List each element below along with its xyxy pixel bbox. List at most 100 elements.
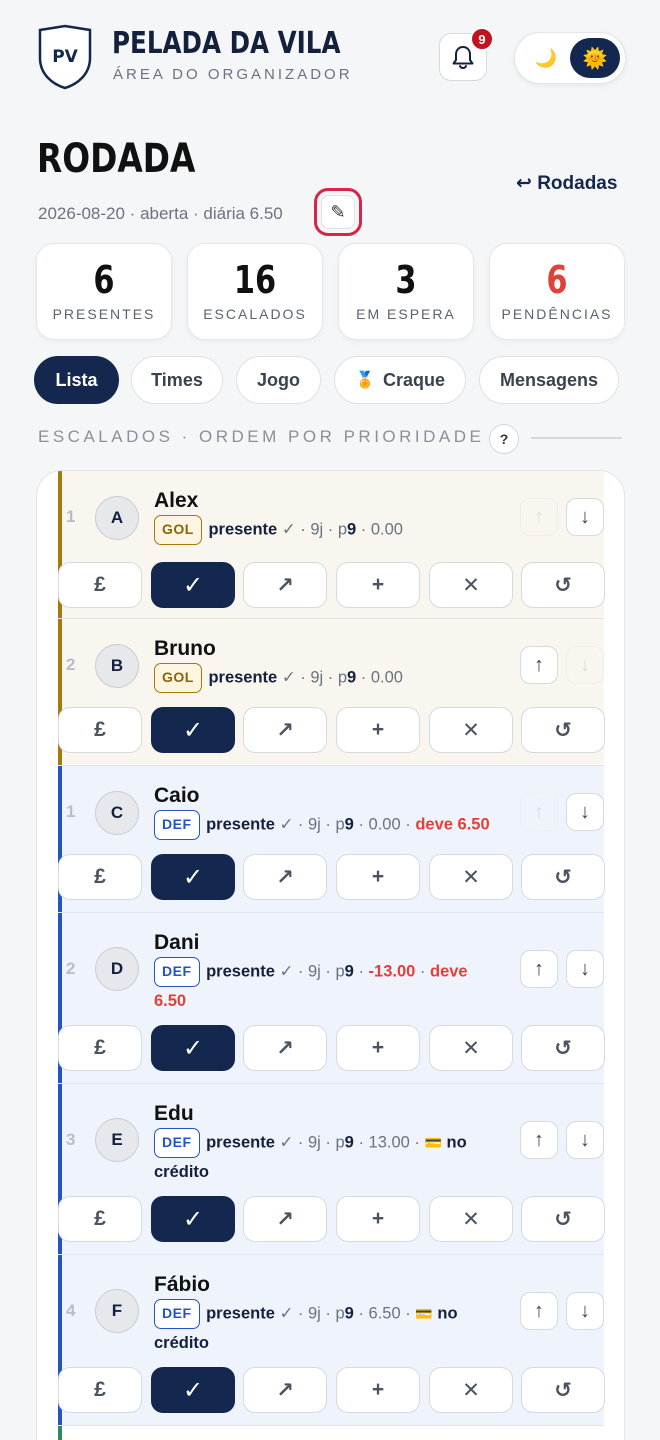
add-button[interactable]: + (336, 1196, 420, 1242)
undo-button[interactable]: ↺ (521, 1196, 605, 1242)
add-button[interactable]: + (336, 1025, 420, 1071)
check-icon: ✓ (279, 815, 294, 834)
balance: 0.00 (368, 815, 401, 834)
check-icon: ✓ (281, 668, 296, 687)
confirm-present-button[interactable]: ✓ (151, 1196, 235, 1242)
stat-value: 3 (395, 258, 417, 302)
move-out-button[interactable]: ↗ (243, 854, 327, 900)
player-info: GOL presente ✓ · 9j · p9 · 0.00 (154, 663, 514, 693)
tab-label: Jogo (257, 369, 300, 390)
remove-button[interactable]: ✕ (429, 854, 513, 900)
undo-button[interactable]: ↺ (521, 562, 605, 608)
avatar: B (95, 644, 139, 688)
games-count: 9j (310, 520, 324, 539)
add-button[interactable]: + (336, 854, 420, 900)
confirm-present-button[interactable]: ✓ (151, 854, 235, 900)
remove-button[interactable]: ✕ (429, 1367, 513, 1413)
move-down-button[interactable]: ↓ (566, 950, 604, 988)
status-text: presente (208, 668, 278, 687)
move-down-button[interactable]: ↓ (566, 646, 604, 684)
confirm-present-button[interactable]: ✓ (151, 562, 235, 608)
tab-label: Times (151, 369, 203, 390)
move-up-button[interactable]: ↑ (520, 1292, 558, 1330)
pay-button[interactable]: £ (58, 1367, 142, 1413)
remove-button[interactable]: ✕ (429, 1196, 513, 1242)
games-count: 9j (307, 1133, 321, 1152)
stat-label: ESCALADOS (203, 306, 307, 322)
move-down-button[interactable]: ↓ (566, 498, 604, 536)
player-name: Fábio (154, 1273, 210, 1296)
player-rank: 1 (66, 507, 76, 526)
move-up-button[interactable]: ↑ (520, 498, 558, 536)
move-up-button[interactable]: ↑ (520, 950, 558, 988)
moon-icon[interactable]: 🌙 (533, 45, 559, 71)
priority-value: 9 (344, 815, 354, 834)
tab-times[interactable]: Times (131, 356, 223, 404)
move-down-button[interactable]: ↓ (566, 1292, 604, 1330)
move-out-button[interactable]: ↗ (243, 1196, 327, 1242)
add-button[interactable]: + (336, 1367, 420, 1413)
pay-button[interactable]: £ (58, 1196, 142, 1242)
avatar: A (95, 496, 139, 540)
tab-lista[interactable]: Lista (34, 356, 119, 404)
pay-button[interactable]: £ (58, 854, 142, 900)
back-to-rounds-link[interactable]: ↩ Rodadas (516, 172, 617, 195)
add-button[interactable]: + (336, 562, 420, 608)
move-out-button[interactable]: ↗ (243, 1025, 327, 1071)
priority-prefix: p (335, 815, 345, 834)
status-text: presente (206, 962, 275, 981)
confirm-present-button[interactable]: ✓ (151, 1367, 235, 1413)
app-subtitle: ÁREA DO ORGANIZADOR (113, 66, 353, 83)
status-text: presente (208, 520, 278, 539)
add-button[interactable]: + (336, 707, 420, 753)
move-out-button[interactable]: ↗ (243, 562, 327, 608)
balance: 13.00 (368, 1133, 410, 1152)
undo-button[interactable]: ↺ (521, 707, 605, 753)
help-button[interactable]: ? (489, 424, 519, 454)
position-badge: DEF (154, 1299, 200, 1329)
stat-value: 6 (93, 258, 115, 302)
remove-button[interactable]: ✕ (429, 707, 513, 753)
theme-toggle[interactable]: 🌙 🌞 (514, 32, 626, 84)
app-header: PV PELADA DA VILA ÁREA DO ORGANIZADOR 9 … (0, 0, 660, 120)
undo-button[interactable]: ↺ (521, 854, 605, 900)
move-down-button[interactable]: ↓ (566, 1121, 604, 1159)
remove-button[interactable]: ✕ (429, 562, 513, 608)
balance: 0.00 (370, 668, 403, 687)
move-up-button[interactable]: ↑ (520, 1121, 558, 1159)
games-count: 9j (307, 1304, 321, 1323)
player-rank: 2 (66, 959, 76, 978)
undo-button[interactable]: ↺ (521, 1025, 605, 1071)
tab-mensagens[interactable]: Mensagens (479, 356, 619, 404)
move-down-button[interactable]: ↓ (566, 793, 604, 831)
pay-button[interactable]: £ (58, 707, 142, 753)
edit-round-button[interactable]: ✎ (314, 188, 362, 236)
stat-label: PRESENTES (52, 306, 156, 322)
position-badge: DEF (154, 957, 200, 987)
sun-icon[interactable]: 🌞 (570, 38, 620, 78)
player-rank: 4 (66, 1301, 76, 1320)
tab-jogo[interactable]: Jogo (236, 356, 321, 404)
tab-craque[interactable]: 🏅 Craque (334, 356, 466, 404)
move-up-button[interactable]: ↑ (520, 646, 558, 684)
undo-button[interactable]: ↺ (521, 1367, 605, 1413)
position-badge: GOL (154, 515, 202, 545)
player-rank: 1 (66, 802, 76, 821)
avatar: C (95, 791, 139, 835)
move-out-button[interactable]: ↗ (243, 707, 327, 753)
pay-button[interactable]: £ (58, 1025, 142, 1071)
confirm-present-button[interactable]: ✓ (151, 1025, 235, 1071)
priority-value: 9 (344, 1304, 354, 1323)
confirm-present-button[interactable]: ✓ (151, 707, 235, 753)
stat-label: EM ESPERA (356, 306, 456, 322)
avatar: F (95, 1289, 139, 1333)
pay-button[interactable]: £ (58, 562, 142, 608)
move-up-button[interactable]: ↑ (520, 793, 558, 831)
row-actions: £ ✓ ↗ + ✕ ↺ (58, 854, 605, 900)
tab-label: Craque (382, 369, 445, 390)
remove-button[interactable]: ✕ (429, 1025, 513, 1071)
position-badge: GOL (154, 663, 202, 693)
move-out-button[interactable]: ↗ (243, 1367, 327, 1413)
position-badge: DEF (154, 1128, 200, 1158)
bell-icon (452, 46, 474, 69)
